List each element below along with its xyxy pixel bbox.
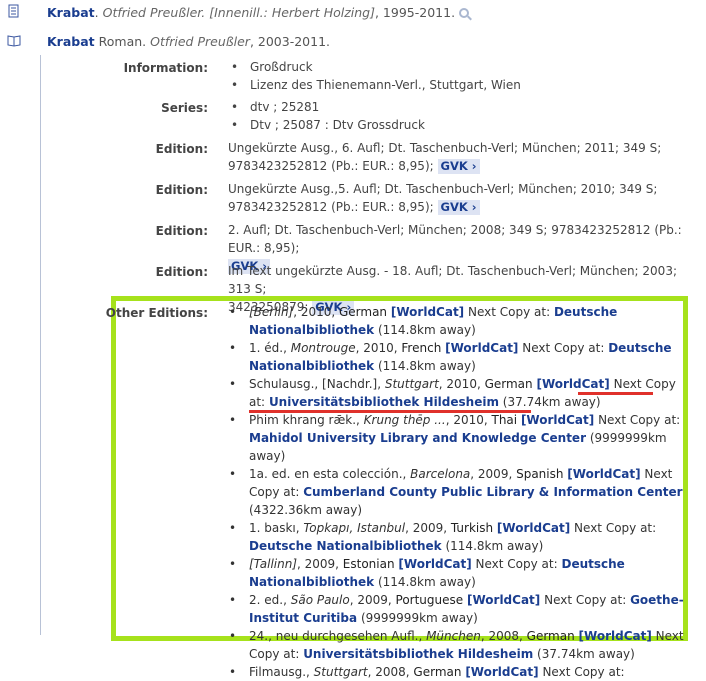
document-icon [8,4,19,18]
record-title-1[interactable]: Krabat. Otfried Preußler. [Innenill.: He… [47,5,470,20]
record-title-2[interactable]: Krabat Roman. Otfried Preußler, 2003-201… [47,34,330,49]
library-link[interactable]: Universitätsbibliothek Hildesheim [269,395,499,409]
library-link[interactable]: Deutsche Nationalbibliothek [249,539,442,553]
worldcat-link[interactable]: [WorldCat] [445,341,518,355]
list-item: • Filmausg., Stuttgart, 2008, German [Wo… [229,665,625,679]
worldcat-link[interactable]: [WorldCat] [467,593,540,607]
library-link[interactable]: Cumberland County Public Library & Infor… [303,485,682,499]
worldcat-link[interactable]: [WorldCat] [579,629,652,643]
edition-label: Edition: [155,142,208,156]
worldcat-link[interactable]: [WorldCat] [465,665,538,679]
record-title-link[interactable]: Krabat [47,5,95,20]
information-label: Information: [123,61,208,75]
gvk-button[interactable]: GVK › [437,159,480,174]
series-list: dtv ; 25281 Dtv ; 25087 : Dtv Grossdruck [229,98,701,134]
edition-label: Edition: [155,224,208,238]
list-item: • 1. éd., Montrouge, 2010, French [World… [229,341,672,373]
list-item: • 1. baskı, Topkapı, Istanbul, 2009, Tur… [229,521,657,553]
list-item: dtv ; 25281 [229,98,701,116]
gvk-button[interactable]: GVK › [437,200,480,215]
library-link[interactable]: Mahidol University Library and Knowledge… [249,431,586,445]
edition-1: Ungekürzte Ausg., 6. Aufl; Dt. Taschenbu… [228,141,662,174]
list-item: Dtv ; 25087 : Dtv Grossdruck [229,116,701,134]
information-list: Großdruck Lizenz des Thienemann-Verl., S… [229,58,701,94]
list-item: • 2. ed., São Paulo, 2009, Portuguese [W… [229,593,684,625]
worldcat-link[interactable]: [WorldCat] [536,377,609,391]
worldcat-link[interactable]: [WorldCat] [521,413,594,427]
worldcat-link[interactable]: [WorldCat] [567,467,640,481]
underline-mark [578,392,653,395]
other-editions-label: Other Editions: [105,306,208,320]
list-item: • 1a. ed. en esta colección., Barcelona,… [229,467,683,517]
other-editions-list: • [Berlin], 2010, German [WorldCat] Next… [229,303,689,681]
edition-2: Ungekürzte Ausg.,5. Aufl; Dt. Taschenbuc… [228,182,658,215]
library-link[interactable]: Universitätsbibliothek Hildesheim [303,647,533,661]
list-item: • [Tallinn], 2009, Estonian [WorldCat] N… [229,557,625,589]
book-icon [7,35,21,47]
worldcat-link[interactable]: [WorldCat] [391,305,464,319]
magnifier-icon[interactable] [459,8,470,18]
edition-label: Edition: [155,183,208,197]
list-item: Lizenz des Thienemann-Verl., Stuttgart, … [229,76,701,94]
list-item: • [Berlin], 2010, German [WorldCat] Next… [229,305,618,337]
list-item: • Phim khrang rǣk., Krung thēp ..., 2010… [229,413,681,463]
series-label: Series: [161,101,208,115]
edition-label: Edition: [155,265,208,279]
record-title-link[interactable]: Krabat [47,34,95,49]
underline-mark [249,410,531,413]
list-item: Großdruck [229,58,701,76]
list-item: • 24., neu durchgesehen Aufl., München, … [229,629,684,661]
worldcat-link[interactable]: [WorldCat] [398,557,471,571]
worldcat-link[interactable]: [WorldCat] [497,521,570,535]
